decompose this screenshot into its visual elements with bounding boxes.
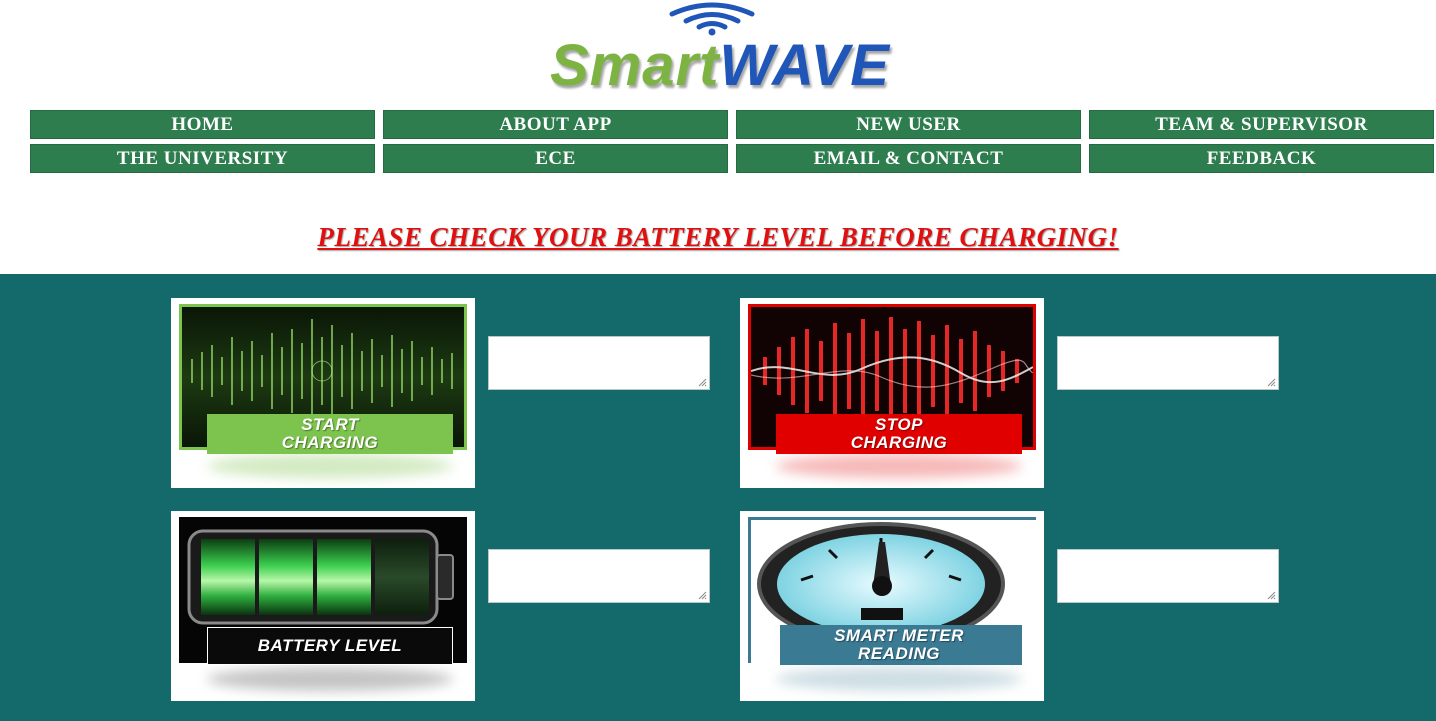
nav-home[interactable]: HOME <box>30 110 375 139</box>
nav-row-2: THE UNIVERSITY ECE EMAIL & CONTACT FEEDB… <box>30 144 1434 173</box>
brand-part-wave: WAVE <box>719 33 890 98</box>
nav-ece[interactable]: ECE <box>383 144 728 173</box>
battery-label: BATTERY LEVEL <box>257 636 403 655</box>
smart-meter-button[interactable]: SMART METER READING <box>740 511 1044 701</box>
nav-email-contact[interactable]: EMAIL & CONTACT <box>736 144 1081 173</box>
resize-handle-icon[interactable] <box>697 590 707 600</box>
start-label-line1: START <box>301 415 359 434</box>
control-panel: START CHARGING STOP CHARGING BATTERY LEV… <box>0 274 1436 721</box>
resize-handle-icon[interactable] <box>1266 590 1276 600</box>
resize-handle-icon[interactable] <box>1266 377 1276 387</box>
nav-new-user[interactable]: NEW USER <box>736 110 1081 139</box>
main-nav: HOME ABOUT APP NEW USER TEAM & SUPERVISO… <box>30 110 1434 178</box>
nav-about-app[interactable]: ABOUT APP <box>383 110 728 139</box>
smart-meter-field[interactable] <box>1057 549 1279 603</box>
nav-university[interactable]: THE UNIVERSITY <box>30 144 375 173</box>
warning-banner: PLEASE CHECK YOUR BATTERY LEVEL BEFORE C… <box>317 222 1119 252</box>
resize-handle-icon[interactable] <box>697 377 707 387</box>
stop-label-line2: CHARGING <box>850 433 948 452</box>
battery-level-field[interactable] <box>488 549 710 603</box>
brand-part-smart: Smart <box>550 33 720 98</box>
wifi-icon <box>669 2 755 36</box>
brand-title: SmartWAVE <box>400 36 1040 96</box>
stop-label-line1: STOP <box>875 415 923 434</box>
nav-row-1: HOME ABOUT APP NEW USER TEAM & SUPERVISO… <box>30 110 1434 139</box>
nav-feedback[interactable]: FEEDBACK <box>1089 144 1434 173</box>
stop-charging-field[interactable] <box>1057 336 1279 390</box>
start-charging-button[interactable]: START CHARGING <box>171 298 475 488</box>
start-charging-field[interactable] <box>488 336 710 390</box>
stop-glow <box>776 454 1022 478</box>
stop-charging-button[interactable]: STOP CHARGING <box>740 298 1044 488</box>
battery-glow <box>207 667 453 691</box>
meter-glow <box>776 667 1022 691</box>
nav-team-supervisor[interactable]: TEAM & SUPERVISOR <box>1089 110 1434 139</box>
logo: SmartWAVE <box>0 0 1436 100</box>
meter-label-line1: SMART METER <box>834 626 964 645</box>
meter-label-line2: READING <box>858 644 940 663</box>
battery-level-button[interactable]: BATTERY LEVEL <box>171 511 475 701</box>
start-glow <box>207 454 453 478</box>
start-label-line2: CHARGING <box>281 433 379 452</box>
